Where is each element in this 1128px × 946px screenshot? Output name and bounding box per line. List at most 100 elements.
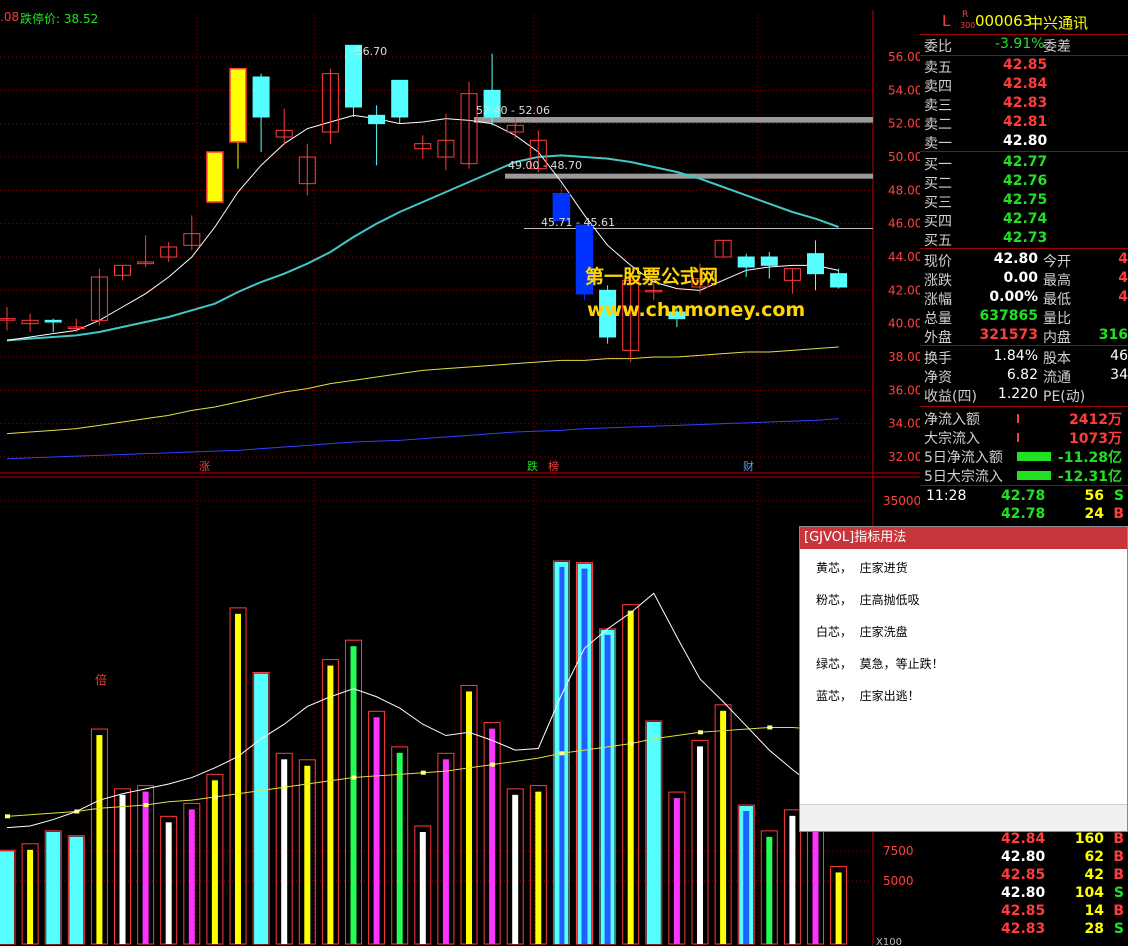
volume-bar-core [766,836,773,944]
stat2-row: 净资 6.82 流通 34 [920,367,1128,386]
flow-row: 5日大宗流入 -12.31亿 [920,466,1128,485]
stat-row: 总量 637865 量比 [920,308,1128,327]
tick-price: 42.78 [1001,506,1046,522]
dialog-line: 粉芯， 庄高抛低吸 [816,593,920,607]
candle-body [206,151,224,203]
stat2-row: 换手 1.84% 股本 46 [920,348,1128,367]
ma-blue-line [6,418,839,460]
bid-label: 买三 [924,195,952,211]
flow-bar [1017,433,1019,442]
volume-bar [69,836,84,944]
volume-bar-core [720,710,727,944]
price-tick-label: 46.00 [888,217,920,231]
candle-body [760,256,778,266]
tick-side: S [1113,885,1124,901]
volume-bar-core [119,794,126,944]
volume-tick-label: 7500 [883,844,914,858]
volume-bar-core [697,746,703,944]
stat-label-2: 最高 [1043,273,1071,289]
volume-tick-label: 5000 [883,874,914,888]
ask-row: 卖五 42.85 [920,57,1128,76]
webi-row: 委比 -3.91% 委差 [920,36,1128,55]
stat2-label: 收益(四) [924,389,977,405]
tick-row: 42.84 160 B [920,831,1128,850]
volume-bar-core [581,568,588,944]
multiple-marker: 倍 [95,672,107,687]
volume-ma-dot [143,803,149,808]
weicha-label: 委差 [1043,39,1071,55]
flow-bar [1017,452,1051,461]
stat-value-2: 4 [1118,289,1128,305]
bid-price: 42.76 [1003,173,1048,189]
ask-row: 卖四 42.84 [920,76,1128,95]
candle-body [391,79,409,118]
stat-value: 0.00 [1003,270,1038,286]
stat-value: 637865 [979,308,1038,324]
stat-label: 涨跌 [924,273,952,289]
tick-side: B [1113,849,1124,865]
tick-volume: 160 [1074,831,1104,847]
volume-bar-core [235,613,241,944]
volume-bar-core [489,728,496,944]
price-tick-label: 50.00 [888,150,920,164]
stat-label-2: 最低 [1043,292,1071,308]
flow-label: 5日大宗流入 [924,469,1003,485]
finance-marker: 财 [743,459,754,473]
volume-ma-dot [767,725,773,730]
tick-row: 42.85 42 B [920,867,1128,886]
stat-value: 321573 [979,327,1038,343]
stock-letter: L [942,12,951,30]
bid-price: 42.77 [1003,154,1048,170]
zone-annotation: 45.71 - 45.61 [541,216,615,229]
tick-row: 42.83 28 S [920,921,1128,940]
volume-bar-core [743,811,750,944]
stat-label: 外盘 [924,330,952,346]
webi-label: 委比 [924,39,952,55]
ask-row: 卖二 42.81 [920,114,1128,133]
flow-value: 2412万 [1069,412,1122,428]
tick-row: 42.78 24 B [920,506,1128,525]
volume-bar [254,673,269,944]
tick-price: 42.85 [1001,867,1046,883]
stat2-label-2: PE(动) [1043,389,1086,405]
price-tick-label: 44.00 [888,250,920,264]
tick-row: 42.85 14 B [920,903,1128,922]
divider [920,55,1128,56]
ask-row: 卖三 42.83 [920,95,1128,114]
price-tick-label: 48.00 [888,183,920,197]
volume-bar-core [673,798,680,944]
bid-label: 买二 [924,176,952,192]
volume-ma-dot [490,762,496,767]
stat-value-2: 316 [1098,327,1128,343]
tick-time: 11:28 [926,488,967,504]
kline-chart[interactable]: 56.00 54.00 52.00 50.00 48.00 46.00 44.00 42.00… [0,0,920,946]
price-tick-label: 42.00 [888,283,920,297]
tick-side: B [1113,831,1124,847]
volume-bar [0,851,14,944]
tick-price: 42.84 [1001,831,1046,847]
dialog-title[interactable]: [GJVOL]指标用法 [800,527,1127,549]
resistance-zone [474,117,873,123]
stock-header: L R 300 000063 中兴通讯 [920,10,1128,32]
stat2-value: 1.220 [997,386,1038,402]
stat-label: 涨幅 [924,292,952,308]
flow-label: 净流入额 [924,412,980,428]
stat2-label-2: 股本 [1043,351,1071,367]
indicator-help-dialog[interactable]: [GJVOL]指标用法 黄芯， 庄家进货 粉芯， 庄高抛低吸 白芯， 庄家洗盘 绿芯，… [799,526,1128,832]
tick-volume: 62 [1084,849,1104,865]
volume-bar-core [466,691,472,944]
ask-label: 卖一 [924,136,952,152]
tick-side: B [1113,506,1124,522]
list-marker: 榜 [548,459,559,473]
flow-row: 净流入额 2412万 [920,409,1128,428]
volume-bar-core [396,752,403,944]
watermark-url: www.chnmoney.com [587,299,806,321]
volume-unit-label: X100 [876,937,902,946]
volume-tick-label: 35000 [883,494,920,508]
tick-row: 11:28 42.78 56 S [920,488,1128,507]
volume-ma-dot [628,741,634,746]
dialog-footer [800,804,1127,831]
tick-volume: 28 [1084,921,1104,937]
stat-value-2: 4 [1118,270,1128,286]
price-tick-label: 38.00 [888,350,920,364]
